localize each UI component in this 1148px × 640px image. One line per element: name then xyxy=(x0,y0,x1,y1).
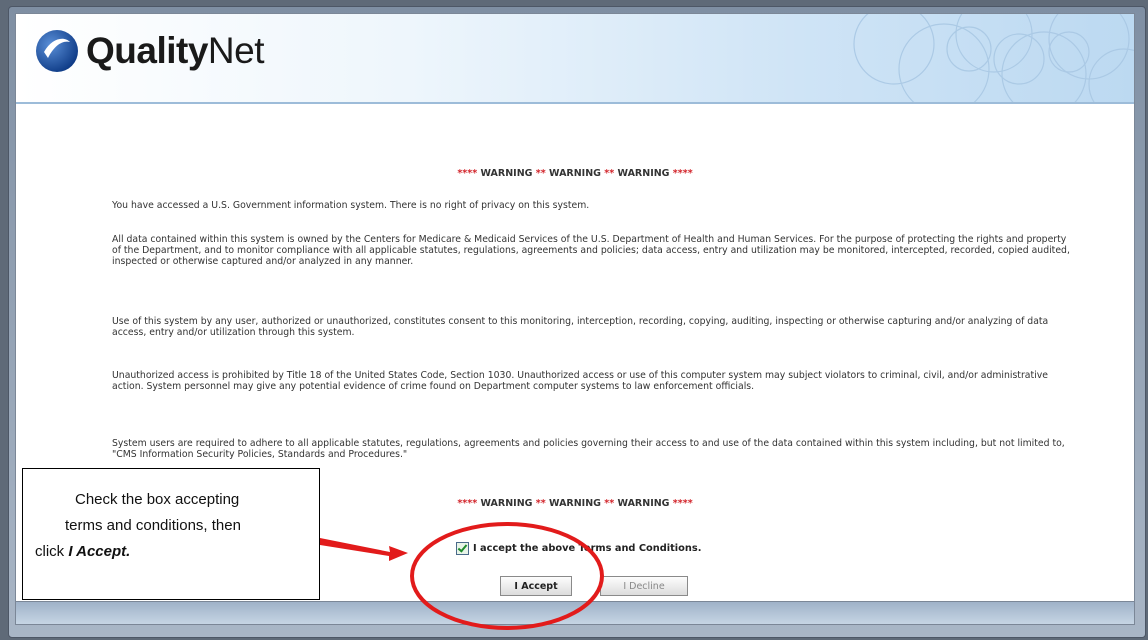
pointer-arrow-icon xyxy=(320,538,408,561)
callout-line-2: terms and conditions, then xyxy=(65,517,241,534)
callout-line-1: Check the box accepting xyxy=(75,491,240,508)
callout-line-3: click I Accept. xyxy=(35,543,131,560)
highlight-ellipse xyxy=(410,522,604,630)
instruction-callout: Check the box accepting terms and condit… xyxy=(22,468,320,600)
